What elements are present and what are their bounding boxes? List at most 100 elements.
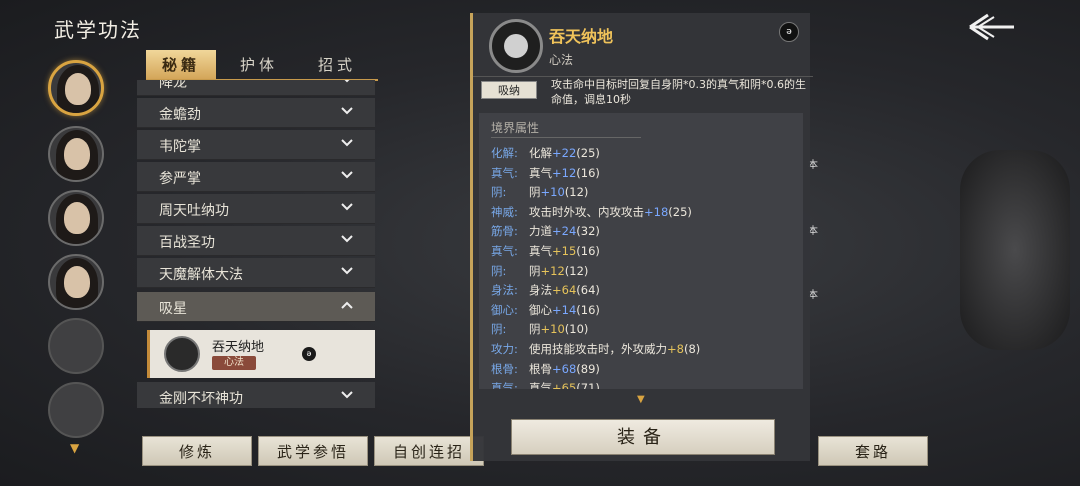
attribute-description: 使用技能攻击时，外攻威力 — [529, 342, 667, 356]
attribute-row: 阴: 阴+12(12) — [491, 263, 588, 282]
combo-set-button[interactable]: 套路 — [818, 436, 928, 466]
chevron-down-icon — [341, 171, 353, 179]
list-item-label: 韦陀掌 — [159, 139, 201, 155]
equip-button[interactable]: 装备 — [511, 419, 775, 455]
attribute-category: 阴: — [491, 185, 507, 200]
chevron-down-icon — [341, 235, 353, 243]
skill-emblem-icon — [489, 19, 543, 73]
avatar-character-1[interactable] — [48, 60, 104, 116]
attribute-bonus: +12 — [552, 165, 577, 180]
attribute-bonus: +10 — [540, 322, 565, 337]
attribute-description: 阴 — [529, 185, 541, 200]
avatar-face — [64, 266, 90, 298]
attribute-row: 阴: 阴+10(10) — [491, 321, 588, 340]
list-item-label: 百战圣功 — [159, 235, 215, 251]
skill-list[interactable]: 降龙 金蟾劲 韦陀掌 参严掌 周天吐纳功 百战圣功 天魔解体大法 吸星 吞天纳地… — [137, 80, 375, 408]
attribute-row: 真气: 真气+65(71) — [491, 380, 600, 389]
skill-detail-panel: 吞天纳地 心法 ə 吸纳 攻击命中目标时回复自身阴*0.3的真气和阴*0.6的生… — [470, 13, 813, 461]
attribute-total: (25) — [668, 204, 692, 219]
list-item-label: 降龙 — [159, 80, 187, 91]
list-item-label: 周天吐纳功 — [159, 203, 229, 219]
attribute-total: (16) — [576, 165, 600, 180]
attribute-total: (64) — [576, 283, 600, 298]
attribute-bonus: +14 — [552, 302, 577, 317]
attribute-row: 筋骨: 力道+24(32) — [491, 223, 600, 242]
attribute-category: 阴: — [491, 263, 507, 278]
list-item[interactable]: 韦陀掌 — [137, 130, 375, 160]
effect-tag: 吸纳 — [481, 81, 537, 99]
attribute-category: 真气: — [491, 244, 518, 258]
attribute-row: 真气: 真气+12(16) — [491, 165, 600, 184]
back-arrow-icon[interactable] — [966, 12, 1016, 42]
attribute-category: 阴: — [491, 322, 507, 337]
list-item[interactable]: 天魔解体大法 — [137, 258, 375, 288]
info-icon[interactable]: ə — [779, 22, 799, 42]
skill-detail-title: 吞天纳地 — [549, 27, 614, 46]
chevron-down-icon — [341, 203, 353, 211]
attribute-total: (32) — [576, 224, 600, 239]
attribute-bonus: +10 — [540, 185, 565, 200]
list-item[interactable]: 金刚不坏神功 — [137, 382, 375, 408]
attribute-description: 真气 — [529, 165, 552, 180]
list-item-label: 金蟾劲 — [159, 107, 201, 123]
category-tabs: 秘籍 护体 招式 — [146, 50, 378, 81]
attribute-bonus: +12 — [540, 263, 565, 278]
list-item[interactable]: 周天吐纳功 — [137, 194, 375, 224]
tab-moves[interactable]: 招式 — [302, 50, 372, 80]
divider — [491, 137, 641, 138]
avatar-empty-slot[interactable] — [48, 382, 104, 438]
attribute-category: 真气: — [491, 165, 518, 180]
list-item[interactable]: 金蟾劲 — [137, 98, 375, 128]
list-item[interactable]: 降龙 — [137, 80, 375, 96]
skill-card-tag: 心法 — [212, 356, 256, 370]
attribute-total: (71) — [576, 381, 600, 389]
comprehend-button[interactable]: 武学参悟 — [258, 436, 368, 466]
list-item[interactable]: 百战圣功 — [137, 226, 375, 256]
attribute-description: 根骨 — [529, 361, 552, 376]
attribute-row: 身法: 身法+64(64) — [491, 282, 600, 301]
gauntlet-illustration — [960, 150, 1070, 350]
attribute-bonus: +24 — [552, 224, 577, 239]
avatar-character-3[interactable] — [48, 190, 104, 246]
attribute-category: 根骨: — [491, 361, 518, 376]
attribute-description: 真气 — [529, 244, 552, 258]
attribute-bonus: +8 — [667, 342, 684, 356]
attribute-row: 阴: 阴+10(12) — [491, 184, 588, 203]
attribute-total: (12) — [564, 185, 589, 200]
custom-combo-button[interactable]: 自创连招 — [374, 436, 484, 466]
list-item-expanded[interactable]: 吸星 — [137, 292, 375, 322]
attribute-bonus: +64 — [552, 283, 577, 298]
page-title: 武学功法 — [54, 18, 142, 42]
train-button[interactable]: 修炼 — [142, 436, 252, 466]
avatar-character-2[interactable] — [48, 126, 104, 182]
tab-secret-books[interactable]: 秘籍 — [146, 50, 216, 80]
avatar-empty-slot[interactable] — [48, 318, 104, 374]
list-item-label: 吸星 — [159, 301, 187, 317]
attribute-bonus: +65 — [552, 381, 577, 389]
skill-emblem-icon — [164, 336, 200, 372]
avatar-character-4[interactable] — [48, 254, 104, 310]
chevron-down-icon — [344, 80, 350, 83]
selected-skill-card[interactable]: 吞天纳地 心法 ə — [147, 330, 375, 378]
attribute-description: 阴 — [529, 322, 541, 337]
avatar-face — [64, 202, 90, 234]
attribute-description: 力道 — [529, 224, 552, 239]
attribute-list[interactable]: 境界属性 化解: 化解+22(25) 真气: 真气+12(16) 阴: 阴+10(12) 神… — [479, 113, 803, 389]
chevron-down-icon — [341, 107, 353, 115]
scroll-down-icon[interactable]: ▼ — [70, 441, 79, 455]
avatar-face — [65, 73, 91, 105]
scroll-down-icon[interactable]: ▼ — [637, 394, 645, 405]
attribute-bonus: +15 — [552, 244, 577, 258]
attribute-description: 化解 — [529, 146, 552, 160]
effect-description: 攻击命中目标时回复自身阴*0.3的真气和阴*0.6的生命值，调息10秒 — [551, 78, 806, 106]
attribute-category: 御心: — [491, 302, 518, 317]
attribute-total: (25) — [576, 146, 600, 160]
attribute-total: (16) — [576, 302, 600, 317]
attribute-row: 攻力: 使用技能攻击时，外攻威力+8(8) — [491, 341, 700, 360]
attribute-bonus: +68 — [552, 361, 577, 376]
attribute-description: 御心 — [529, 302, 552, 317]
chevron-up-icon — [341, 301, 353, 309]
attribute-total: (10) — [564, 322, 589, 337]
tab-body-protection[interactable]: 护体 — [224, 50, 294, 80]
list-item[interactable]: 参严掌 — [137, 162, 375, 192]
